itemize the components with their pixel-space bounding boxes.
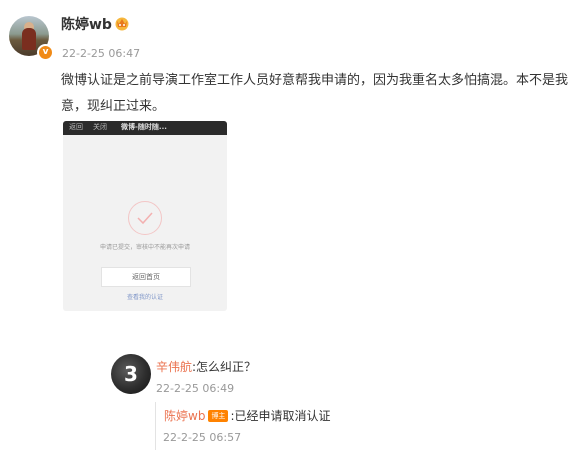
post-content: 微博认证是之前导演工作室工作人员好意帮我申请的，因为我重名太多怕搞混。本不是我意…: [61, 73, 569, 114]
commenter-username[interactable]: 辛伟航: [156, 360, 192, 374]
commenter-avatar[interactable]: 3: [111, 354, 151, 394]
reply: 陈婷wb 博主:已经申请取消认证: [164, 407, 330, 424]
avatar-figure-body: [22, 28, 36, 50]
post-username[interactable]: 陈婷wb: [61, 14, 112, 34]
checkmark-icon: [128, 201, 162, 235]
comment-text: :怎么纠正？: [192, 360, 257, 374]
image-nav-back: 返回: [69, 123, 83, 131]
post-timestamp[interactable]: 22-2-25 06:47: [62, 47, 140, 60]
post-image[interactable]: 返回 关闭 微博-随时随... 申请已提交，审核中不能再次申请 返回首页 查看我…: [63, 121, 227, 311]
comment: 辛伟航:怎么纠正？: [156, 358, 256, 375]
commenter-avatar-text: 3: [124, 362, 138, 386]
author-tag: 博主: [208, 409, 229, 422]
reply-timestamp: 22-2-25 06:57: [163, 431, 242, 444]
reply-text: :已经申请取消认证: [230, 409, 331, 423]
image-status-message: 申请已提交，审核中不能再次申请: [99, 244, 190, 251]
reply-divider: [155, 402, 156, 450]
image-nav-close: 关闭: [93, 123, 107, 131]
image-nav-title: 微博-随时随...: [121, 123, 167, 131]
crown-icon: [115, 17, 129, 31]
reply-username[interactable]: 陈婷wb: [164, 407, 205, 424]
verified-badge-icon: v: [37, 44, 54, 61]
image-return-button: 返回首页: [101, 267, 191, 287]
image-nav-bar: 返回 关闭 微博-随时随...: [63, 121, 227, 135]
image-view-link: 查看我的认证: [126, 294, 163, 301]
comment-timestamp: 22-2-25 06:49: [156, 382, 235, 395]
